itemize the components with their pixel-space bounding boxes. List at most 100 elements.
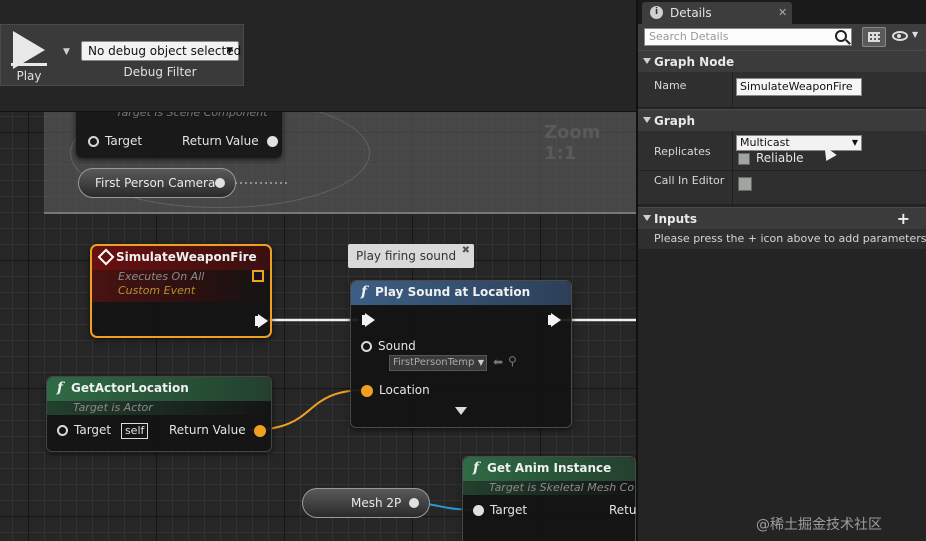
sound-asset-select[interactable]: FirstPersonTemp ▼: [389, 355, 487, 371]
watermark: @稀土掘金技术社区: [756, 517, 882, 533]
section-inputs[interactable]: Inputs +: [638, 207, 926, 229]
call-in-editor-checkbox[interactable]: [738, 177, 752, 191]
event-exec-out-pin[interactable]: [255, 314, 268, 328]
play-button[interactable]: Play: [3, 27, 55, 85]
replicates-select[interactable]: Multicast ▼: [736, 135, 862, 151]
expand-advanced-icon[interactable]: [455, 407, 467, 415]
inputs-hint: Please press the + icon above to add par…: [638, 229, 926, 249]
get-anim-instance-subtitle: Target is Skeletal Mesh Co: [463, 481, 635, 495]
actor-return-value-pin[interactable]: Return Value: [169, 423, 267, 437]
play-icon-base: [11, 63, 47, 66]
debug-object-select[interactable]: No debug object selected ▼: [81, 41, 242, 61]
actor-return-label: Return Value: [169, 423, 246, 437]
event-delegate-pin[interactable]: [252, 270, 264, 282]
divider: [732, 171, 733, 204]
blueprint-editor: Zoom 1:1 Target is Scene Component Targe…: [0, 0, 926, 541]
get-actor-location-title: GetActorLocation: [71, 381, 189, 395]
location-pin-label: Location: [379, 383, 430, 397]
event-icon: [97, 248, 115, 266]
get-anim-instance-header[interactable]: f Get Anim Instance: [463, 457, 635, 481]
actor-target-pin[interactable]: Target self: [57, 423, 149, 439]
close-icon[interactable]: ✖: [462, 239, 470, 263]
get-actor-location-node[interactable]: f GetActorLocation Target is Actor Targe…: [46, 376, 272, 452]
anim-return-value-pin[interactable]: Retu: [609, 503, 636, 517]
play-sound-at-location-node[interactable]: f Play Sound at Location Sound FirstPers…: [350, 280, 572, 428]
node-name-input[interactable]: SimulateWeaponFire: [736, 78, 862, 96]
use-selected-icon[interactable]: ⬅: [493, 355, 503, 369]
variable-label: Mesh 2P: [351, 496, 402, 510]
chevron-down-icon: ▼: [851, 138, 858, 147]
location-pin-icon[interactable]: [361, 384, 373, 397]
section-graph-node[interactable]: Graph Node: [638, 50, 926, 72]
return-value-pin[interactable]: Return Value: [182, 134, 279, 148]
debug-object-value: No debug object selected: [88, 44, 242, 58]
sound-exec-in-pin[interactable]: [362, 313, 375, 327]
function-icon: f: [361, 284, 368, 300]
variable-output-pin[interactable]: [409, 498, 419, 508]
function-icon: f: [57, 380, 64, 396]
event-node-header[interactable]: SimulateWeaponFire: [92, 246, 270, 270]
sound-pin[interactable]: Sound: [361, 339, 416, 353]
target-pin-icon[interactable]: [88, 136, 99, 147]
event-graph[interactable]: Zoom 1:1 Target is Scene Component Targe…: [0, 0, 636, 541]
get-anim-instance-title: Get Anim Instance: [487, 461, 612, 475]
divider: [732, 72, 733, 107]
play-options-chevron-icon[interactable]: ▼: [63, 47, 70, 57]
chevron-down-icon[interactable]: ▼: [912, 30, 918, 39]
target-pin[interactable]: Target: [88, 134, 142, 148]
eye-icon[interactable]: [892, 31, 908, 41]
property-matrix-button[interactable]: [862, 27, 886, 47]
sound-exec-out-pin[interactable]: [548, 313, 561, 327]
add-parameter-button[interactable]: +: [897, 208, 910, 230]
event-subtitle-replication: Executes On All: [118, 270, 205, 283]
event-node-title: SimulateWeaponFire: [116, 250, 257, 264]
section-title: Graph: [654, 114, 695, 128]
chevron-down-icon: ▼: [226, 46, 233, 56]
get-actor-location-header[interactable]: f GetActorLocation: [47, 377, 271, 401]
tab-details[interactable]: i Details ✕: [642, 2, 792, 24]
zoom-label: Zoom 1:1: [544, 122, 601, 164]
search-icon[interactable]: [835, 30, 847, 42]
collapse-arrow-icon: [643, 117, 651, 123]
collapse-arrow-icon: [643, 215, 651, 221]
details-panel: i Details ✕ Search Details ▼ Graph Node …: [636, 0, 926, 541]
property-row-name: Name SimulateWeaponFire: [638, 72, 926, 108]
property-row-call-in-editor: Call In Editor: [638, 171, 926, 205]
return-value-pin-icon[interactable]: [267, 136, 279, 147]
actor-return-pin-icon[interactable]: [254, 424, 267, 437]
sound-pin-icon[interactable]: [361, 341, 372, 352]
first-person-camera-variable[interactable]: First Person Camera: [78, 168, 236, 198]
collapse-arrow-icon: [643, 58, 651, 64]
close-icon[interactable]: ✕: [778, 2, 787, 24]
event-subtitle-type: Custom Event: [118, 284, 196, 297]
node-comment-bubble[interactable]: Play firing sound ✖: [348, 244, 474, 268]
sound-pin-label: Sound: [378, 339, 416, 353]
play-sound-node-header[interactable]: f Play Sound at Location: [351, 281, 571, 305]
anim-return-label: Retu: [609, 503, 636, 517]
mesh-2p-variable[interactable]: Mesh 2P: [302, 488, 430, 518]
reliable-checkbox[interactable]: [738, 153, 750, 165]
get-component-node[interactable]: Target is Scene Component Target Return …: [76, 104, 282, 158]
location-pin[interactable]: Location: [361, 383, 430, 397]
anim-target-label: Target: [490, 503, 528, 517]
anim-target-pin[interactable]: Target: [473, 503, 527, 517]
anim-target-pin-icon[interactable]: [473, 505, 484, 516]
search-icon[interactable]: ⚲: [508, 354, 517, 368]
simulate-weapon-fire-event-node[interactable]: SimulateWeaponFire Executes On All Custo…: [90, 244, 272, 338]
search-placeholder: Search Details: [649, 30, 729, 43]
chevron-down-icon: ▼: [477, 358, 484, 367]
replicates-label: Replicates: [654, 145, 711, 158]
return-value-label: Return Value: [182, 134, 259, 148]
function-icon: f: [473, 460, 480, 476]
section-title: Graph Node: [654, 55, 735, 69]
get-anim-instance-node[interactable]: f Get Anim Instance Target is Skeletal M…: [462, 456, 636, 541]
target-pin-label: Target: [105, 134, 143, 148]
section-graph[interactable]: Graph: [638, 109, 926, 131]
play-sound-node-title: Play Sound at Location: [375, 285, 531, 299]
play-label: Play: [16, 69, 42, 83]
details-search-input[interactable]: Search Details: [644, 28, 852, 46]
actor-target-pin-icon[interactable]: [57, 425, 68, 436]
event-node-subtitles: Executes On All Custom Event: [92, 270, 270, 302]
debug-filter-label: Debug Filter: [123, 65, 197, 79]
variable-output-pin[interactable]: [215, 178, 225, 188]
